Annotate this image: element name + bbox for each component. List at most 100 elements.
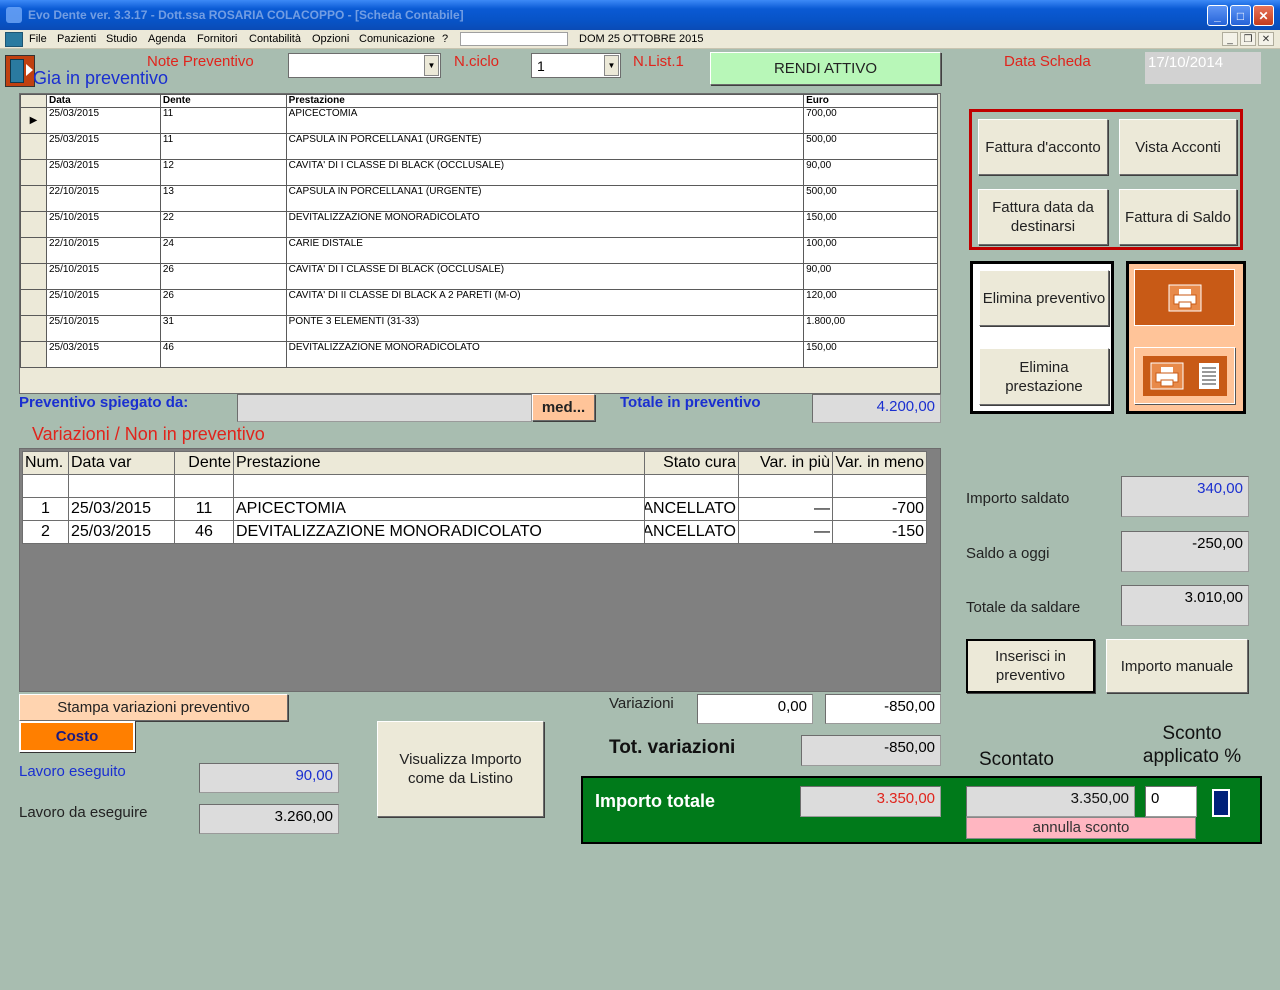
- col-header-stato-cura[interactable]: Stato cura: [644, 451, 739, 475]
- print-preview-button[interactable]: [1134, 347, 1235, 404]
- stampa-variazioni-button[interactable]: Stampa variazioni preventivo: [19, 694, 288, 721]
- table-cell[interactable]: CANCELLATO: [644, 497, 739, 521]
- col-header-var-piu[interactable]: Var. in più: [738, 451, 833, 475]
- data-scheda-field[interactable]: 17/10/2014: [1145, 52, 1261, 84]
- table-cell[interactable]: PONTE 3 ELEMENTI (31-33): [285, 315, 805, 342]
- table-cell[interactable]: -150: [832, 520, 927, 544]
- menu-help[interactable]: ?: [442, 33, 448, 45]
- sconto-color-indicator[interactable]: [1212, 789, 1230, 817]
- table-cell[interactable]: CAVITA' DI II CLASSE DI BLACK A 2 PARETI…: [285, 289, 805, 316]
- elimina-prestazione-button[interactable]: Elimina prestazione: [979, 348, 1109, 405]
- note-preventivo-combo[interactable]: ▼: [288, 53, 441, 78]
- table-cell[interactable]: 25/10/2015: [45, 315, 161, 342]
- table-cell[interactable]: 150,00: [803, 211, 938, 238]
- table-cell[interactable]: 90,00: [803, 263, 938, 290]
- menu-fornitori[interactable]: Fornitori: [197, 33, 237, 45]
- table-cell[interactable]: 2: [22, 520, 69, 544]
- table-row[interactable]: 25/03/2015 12 CAVITA' DI I CLASSE DI BLACK…: [20, 159, 938, 186]
- table-cell[interactable]: 1.800,00: [803, 315, 938, 342]
- record-selector-icon[interactable]: [5, 55, 35, 87]
- table-row[interactable]: 22/10/2015 24 CARIE DISTALE 100,00: [20, 237, 938, 264]
- table-cell[interactable]: DEVITALIZZAZIONE MONORADICOLATO: [285, 211, 805, 238]
- table-cell[interactable]: —: [738, 520, 833, 544]
- row-selector[interactable]: [20, 211, 47, 238]
- table-cell[interactable]: 11: [159, 107, 287, 134]
- table-cell[interactable]: DEVITALIZZAZIONE MONORADICOLATO: [285, 341, 805, 368]
- table-cell[interactable]: 25/03/2015: [45, 159, 161, 186]
- visualizza-listino-button[interactable]: Visualizza Importo come da Listino: [377, 721, 544, 817]
- table-cell[interactable]: 500,00: [803, 185, 938, 212]
- table-cell[interactable]: DEVITALIZZAZIONE MONORADICOLATO: [233, 520, 645, 544]
- table-cell[interactable]: 25/10/2015: [45, 289, 161, 316]
- row-selector[interactable]: [20, 289, 47, 316]
- table-cell[interactable]: CAVITA' DI I CLASSE DI BLACK (OCCLUSALE): [285, 263, 805, 290]
- table-cell[interactable]: CAPSULA IN PORCELLANA1 (URGENTE): [285, 185, 805, 212]
- fattura-saldo-button[interactable]: Fattura di Saldo: [1119, 189, 1237, 245]
- minimize-button[interactable]: _: [1207, 5, 1228, 26]
- table-row[interactable]: 25/10/2015 26 CAVITA' DI I CLASSE DI BLACK…: [20, 263, 938, 290]
- table-cell[interactable]: 46: [174, 520, 234, 544]
- fattura-acconto-button[interactable]: Fattura d'acconto: [978, 119, 1108, 175]
- costo-button[interactable]: Costo: [19, 721, 135, 752]
- table-cell[interactable]: 25/03/2015: [68, 520, 175, 544]
- close-button[interactable]: ✕: [1253, 5, 1274, 26]
- col-header-data[interactable]: Data: [45, 94, 161, 108]
- col-header-num[interactable]: Num.: [22, 451, 69, 475]
- med-button[interactable]: med...: [532, 394, 595, 421]
- table-row[interactable]: 2 25/03/2015 46 DEVITALIZZAZIONE MONORADICO…: [22, 520, 927, 544]
- table-cell[interactable]: APICECTOMIA: [233, 497, 645, 521]
- row-selector[interactable]: [20, 133, 47, 160]
- table-cell[interactable]: 11: [174, 497, 234, 521]
- fattura-data-destinarsi-button[interactable]: Fattura data da destinarsi: [978, 189, 1108, 245]
- table-cell[interactable]: 25/03/2015: [68, 497, 175, 521]
- table-cell[interactable]: 120,00: [803, 289, 938, 316]
- maximize-button[interactable]: □: [1230, 5, 1251, 26]
- sconto-percent-input[interactable]: 0: [1145, 786, 1197, 817]
- menu-agenda[interactable]: Agenda: [148, 33, 186, 45]
- col-header-data-var[interactable]: Data var: [68, 451, 175, 475]
- table-cell[interactable]: 1: [22, 497, 69, 521]
- table-cell[interactable]: CAVITA' DI I CLASSE DI BLACK (OCCLUSALE): [285, 159, 805, 186]
- row-selector[interactable]: [20, 159, 47, 186]
- elimina-preventivo-button[interactable]: Elimina preventivo: [979, 270, 1109, 326]
- table-cell[interactable]: 12: [159, 159, 287, 186]
- table-cell[interactable]: 700,00: [803, 107, 938, 134]
- table-row[interactable]: 25/10/2015 22 DEVITALIZZAZIONE MONORADICOL…: [20, 211, 938, 238]
- table-cell[interactable]: 26: [159, 263, 287, 290]
- vista-acconti-button[interactable]: Vista Acconti: [1119, 119, 1237, 175]
- table-cell[interactable]: 22/10/2015: [45, 185, 161, 212]
- table-cell[interactable]: 22: [159, 211, 287, 238]
- col-header-var-meno[interactable]: Var. in meno: [832, 451, 927, 475]
- table-cell[interactable]: 25/10/2015: [45, 263, 161, 290]
- inserisci-preventivo-button[interactable]: Inserisci in preventivo: [966, 639, 1095, 693]
- col-header-euro[interactable]: Euro: [803, 94, 938, 108]
- mdi-close-button[interactable]: ✕: [1258, 32, 1274, 46]
- row-selector[interactable]: [20, 185, 47, 212]
- annulla-sconto-button[interactable]: annulla sconto: [966, 817, 1196, 839]
- mdi-minimize-button[interactable]: _: [1222, 32, 1238, 46]
- menu-contabilita[interactable]: Contabilità: [249, 33, 301, 45]
- table-row[interactable]: 25/03/2015 11 CAPSULA IN PORCELLANA1 (URGE…: [20, 133, 938, 160]
- row-selector[interactable]: [20, 341, 47, 368]
- table-cell[interactable]: -700: [832, 497, 927, 521]
- menu-pazienti[interactable]: Pazienti: [57, 33, 96, 45]
- table-cell[interactable]: 25/03/2015: [45, 341, 161, 368]
- table-cell[interactable]: 100,00: [803, 237, 938, 264]
- table-cell[interactable]: CARIE DISTALE: [285, 237, 805, 264]
- table-cell[interactable]: 24: [159, 237, 287, 264]
- print-button[interactable]: [1134, 269, 1235, 326]
- row-selector[interactable]: [20, 263, 47, 290]
- table-cell[interactable]: 26: [159, 289, 287, 316]
- table-cell[interactable]: 11: [159, 133, 287, 160]
- col-header-dente[interactable]: Dente: [174, 451, 234, 475]
- table-cell[interactable]: CANCELLATO: [644, 520, 739, 544]
- table-cell[interactable]: 25/03/2015: [45, 107, 161, 134]
- table-row[interactable]: ▶ 25/03/2015 11 APICECTOMIA 700,00: [20, 107, 938, 134]
- table-cell[interactable]: 25/03/2015: [45, 133, 161, 160]
- table-row[interactable]: 22/10/2015 13 CAPSULA IN PORCELLANA1 (URGE…: [20, 185, 938, 212]
- col-header-prestazione[interactable]: Prestazione: [285, 94, 805, 108]
- row-selector[interactable]: ▶: [20, 107, 47, 134]
- table-cell[interactable]: 500,00: [803, 133, 938, 160]
- menu-file[interactable]: File: [29, 33, 47, 45]
- table-row[interactable]: 25/10/2015 26 CAVITA' DI II CLASSE DI BLAC…: [20, 289, 938, 316]
